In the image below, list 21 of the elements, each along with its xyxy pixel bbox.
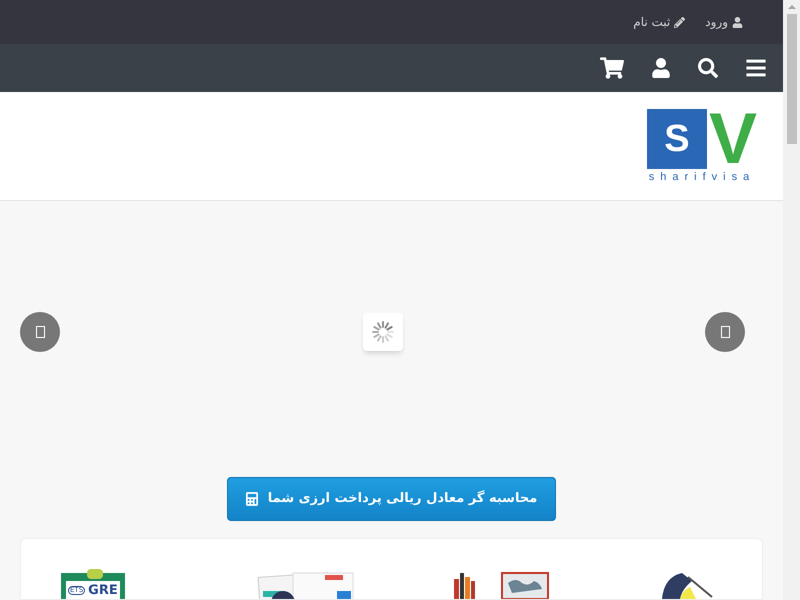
user-icon [732,16,743,28]
next-arrow-button[interactable] [705,312,745,352]
arrow-glyph-icon [720,326,730,338]
currency-calculator-button[interactable]: محاسبه گر معادل ریالی پرداخت ارزی شما [226,477,556,521]
user-icon[interactable] [651,58,671,78]
scrollbar[interactable] [783,0,800,600]
arrow-glyph-icon [36,326,44,338]
previous-arrow-button[interactable] [20,312,60,352]
loading-spinner-icon [370,320,394,344]
pencil-icon [674,16,686,28]
illustration-title: GRE [88,584,118,597]
logo-wordmark: sharifvisa [648,172,756,183]
register-link[interactable]: ثبت نام [633,13,686,31]
calculator-icon [246,492,258,506]
menu-icon[interactable] [745,57,767,79]
cart-icon[interactable] [600,57,624,79]
scrollbar-thumb[interactable] [786,14,796,144]
login-link[interactable]: ورود [705,13,743,31]
logo-letter: S [646,109,707,169]
logo-letter: V [708,109,757,169]
search-icon[interactable] [698,58,718,78]
